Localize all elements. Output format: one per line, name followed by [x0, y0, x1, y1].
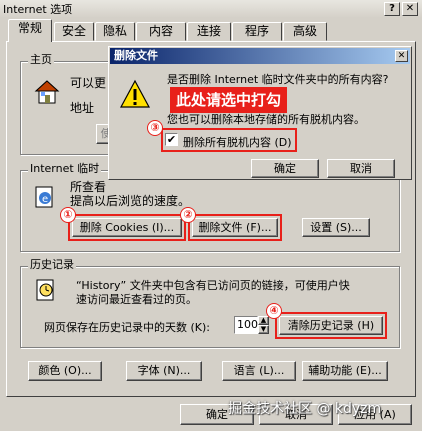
svg-text:e: e [42, 194, 48, 205]
tab-security[interactable]: 安全 [54, 22, 94, 41]
close-button[interactable]: ✕ [402, 2, 418, 16]
tab-programs[interactable]: 程序 [232, 22, 282, 41]
tab-advanced[interactable]: 高级 [283, 22, 327, 41]
group-temp-title: Internet 临时 [28, 162, 102, 175]
marker-3: ③ [147, 120, 163, 136]
dialog-cancel-button[interactable]: 取消 [327, 159, 395, 178]
marker-1: ① [60, 207, 76, 223]
clear-history-button[interactable]: 清除历史记录 (H) [279, 316, 383, 335]
history-days-label: 网页保存在历史记录中的天数 (K): [44, 321, 210, 334]
delete-files-button[interactable]: 删除文件 (F)... [192, 218, 278, 237]
delete-cookies-button[interactable]: 删除 Cookies (I)... [72, 218, 182, 237]
spin-down-button[interactable]: ▼ [258, 325, 269, 334]
tab-general[interactable]: 常规 [8, 19, 52, 42]
tab-content[interactable]: 内容 [136, 22, 186, 41]
group-home-title: 主页 [28, 53, 54, 66]
settings-button[interactable]: 设置 (S)... [302, 218, 370, 237]
callout-label: 此处请选中打勾 [170, 87, 288, 113]
home-desc: 可以更 [70, 76, 107, 90]
fonts-button[interactable]: 字体 (N)... [126, 361, 202, 381]
dialog-ok-button[interactable]: 确定 [251, 159, 319, 178]
watermark: 掘金技术社区 @ kdyzm [228, 401, 382, 417]
offline-content-label: 删除所有脱机内容 (D) [183, 136, 292, 149]
help-button[interactable]: ? [384, 2, 400, 16]
house-icon [34, 79, 60, 105]
group-history-title: 历史记录 [28, 258, 76, 271]
dialog-titlebar: 删除文件 [110, 48, 410, 64]
temp-desc-2: 提高以后浏览的速度。 [70, 194, 191, 208]
accessibility-button[interactable]: 辅助功能 (E)... [302, 361, 388, 381]
warning-icon [119, 79, 151, 109]
history-desc-2: 速访问最近查看过的页。 [76, 293, 197, 306]
window-titlebar: Internet 选项 ? ✕ [0, 0, 422, 18]
dialog-close-button[interactable]: ✕ [395, 50, 408, 62]
dialog-message-1: 是否删除 Internet 临时文件夹中的所有内容? [167, 73, 389, 86]
history-icon [33, 278, 59, 302]
dialog-message-2: 您也可以删除本地存储的所有脱机内容。 [167, 113, 365, 126]
spin-up-button[interactable]: ▲ [258, 316, 269, 325]
dialog-title: 删除文件 [114, 49, 158, 62]
home-address-label: 地址 [70, 101, 95, 115]
tab-privacy[interactable]: 隐私 [95, 22, 135, 41]
offline-content-checkbox[interactable]: ✔ [165, 133, 178, 146]
colors-button[interactable]: 颜色 (O)... [28, 361, 102, 381]
window-title: Internet 选项 [3, 3, 73, 16]
languages-button[interactable]: 语言 (L)... [222, 361, 296, 381]
ie-files-icon: e [33, 185, 57, 209]
tab-connections[interactable]: 连接 [187, 22, 231, 41]
delete-files-dialog: 删除文件 ✕ 是否删除 Internet 临时文件夹中的所有内容? 您也可以删除… [108, 46, 412, 180]
history-days-input[interactable]: 100 [234, 316, 258, 334]
marker-4: ④ [266, 303, 282, 319]
marker-2: ② [180, 207, 196, 223]
